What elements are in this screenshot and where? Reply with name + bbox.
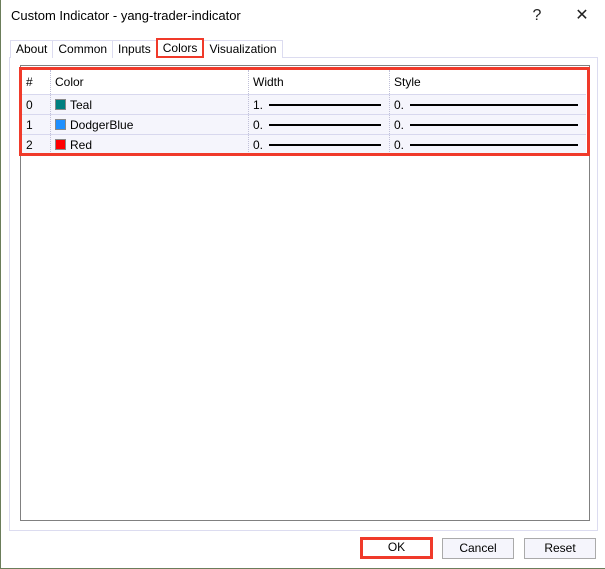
color-swatch bbox=[55, 139, 66, 150]
line-style-preview bbox=[410, 103, 578, 106]
row-index: 1 bbox=[22, 115, 51, 134]
header-index[interactable]: # bbox=[22, 70, 51, 94]
header-color[interactable]: Color bbox=[51, 70, 249, 94]
table-row[interactable]: 0 Teal 1. 0. bbox=[22, 94, 586, 114]
color-cell[interactable]: Teal bbox=[51, 95, 249, 114]
style-value: 0. bbox=[394, 137, 405, 152]
tab-inputs[interactable]: Inputs bbox=[112, 40, 157, 58]
table-header: # Color Width Style bbox=[22, 70, 586, 94]
header-style[interactable]: Style bbox=[390, 70, 586, 94]
window-title: Custom Indicator - yang-trader-indicator bbox=[11, 8, 241, 23]
color-name: Red bbox=[70, 137, 93, 152]
style-value: 0. bbox=[394, 117, 405, 132]
width-value: 1. bbox=[253, 97, 264, 112]
row-index: 0 bbox=[22, 95, 51, 114]
table-row[interactable]: 1 DodgerBlue 0. 0. bbox=[22, 114, 586, 134]
width-cell[interactable]: 0. bbox=[249, 115, 390, 134]
table-row[interactable]: 2 Red 0. 0. bbox=[22, 134, 586, 154]
tab-bar: About Common Inputs Colors Visualization bbox=[10, 38, 283, 58]
line-width-preview bbox=[269, 143, 381, 146]
tab-colors[interactable]: Colors bbox=[155, 38, 205, 58]
style-value: 0. bbox=[394, 97, 405, 112]
help-button[interactable]: ? bbox=[522, 4, 552, 28]
color-cell[interactable]: Red bbox=[51, 135, 249, 154]
width-cell[interactable]: 0. bbox=[249, 135, 390, 154]
tab-about[interactable]: About bbox=[10, 40, 54, 58]
style-cell[interactable]: 0. bbox=[390, 135, 586, 154]
color-name: DodgerBlue bbox=[70, 117, 134, 132]
tab-common[interactable]: Common bbox=[52, 40, 114, 58]
color-swatch bbox=[55, 99, 66, 110]
line-style-preview bbox=[410, 143, 578, 146]
line-width-preview bbox=[269, 103, 381, 106]
style-cell[interactable]: 0. bbox=[390, 115, 586, 134]
width-value: 0. bbox=[253, 117, 264, 132]
cancel-button[interactable]: Cancel bbox=[442, 538, 514, 559]
style-cell[interactable]: 0. bbox=[390, 95, 586, 114]
row-index: 2 bbox=[22, 135, 51, 154]
line-width-preview bbox=[269, 123, 381, 126]
color-name: Teal bbox=[70, 97, 93, 112]
ok-button[interactable]: OK bbox=[360, 537, 433, 559]
width-value: 0. bbox=[253, 137, 264, 152]
header-width[interactable]: Width bbox=[249, 70, 390, 94]
reset-button[interactable]: Reset bbox=[524, 538, 596, 559]
tab-visualization[interactable]: Visualization bbox=[203, 40, 283, 58]
color-swatch bbox=[55, 119, 66, 130]
color-cell[interactable]: DodgerBlue bbox=[51, 115, 249, 134]
line-style-preview bbox=[410, 123, 578, 126]
dialog-window: Custom Indicator - yang-trader-indicator… bbox=[0, 0, 605, 569]
close-icon[interactable]: ✕ bbox=[567, 4, 597, 28]
width-cell[interactable]: 1. bbox=[249, 95, 390, 114]
